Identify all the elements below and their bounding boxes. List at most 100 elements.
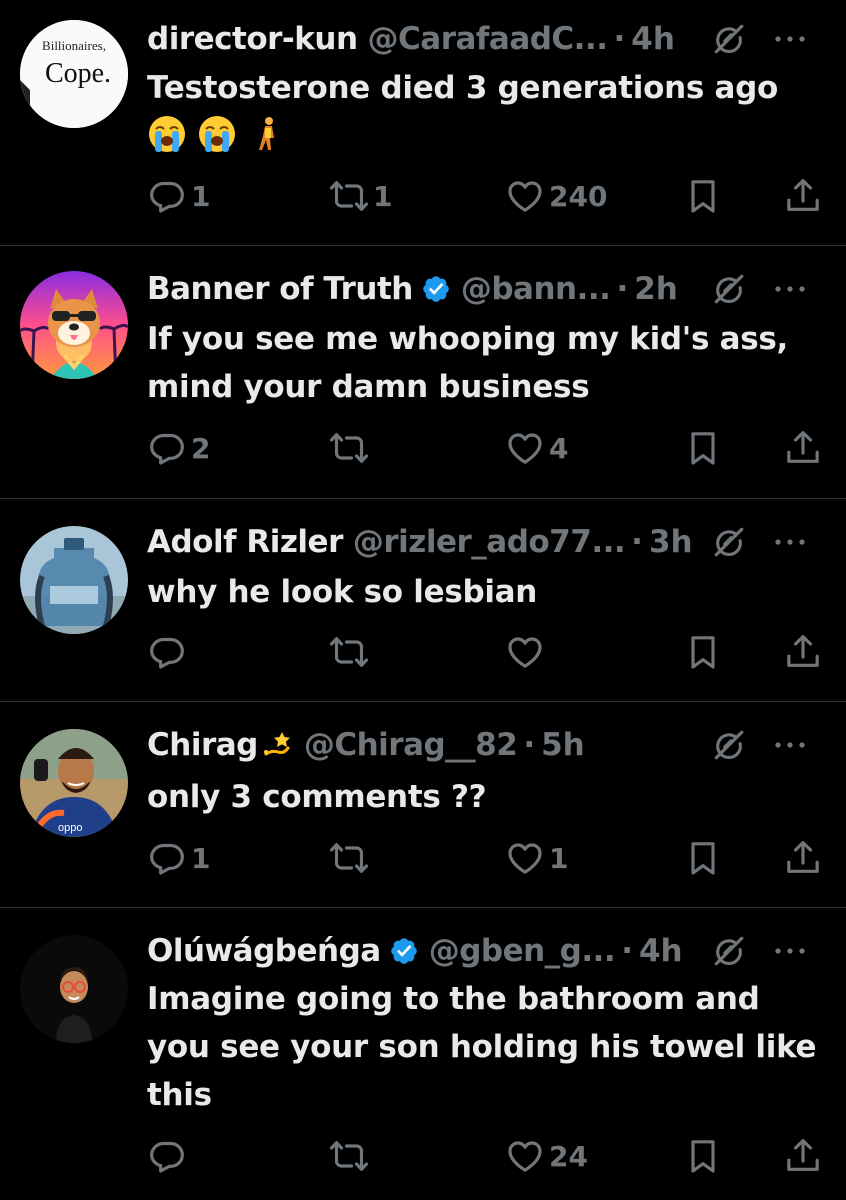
reply-icon [147, 428, 187, 468]
separator: · [631, 524, 643, 560]
reply-icon [147, 632, 187, 672]
avatar[interactable] [20, 935, 128, 1043]
tweet-4[interactable]: oppo Chirag @Chirag__82 · 5h only 3 comm… [0, 703, 846, 908]
like-button[interactable]: 24 [505, 1134, 588, 1178]
share-button[interactable] [783, 630, 823, 674]
display-name[interactable]: director-kun [147, 21, 358, 57]
loudly-crying-face-icon [149, 116, 185, 152]
tweet-header: Banner of Truth @bann... · 2h [147, 267, 826, 311]
bookmark-icon [683, 176, 723, 216]
more-icon[interactable] [772, 740, 808, 750]
grok-icon[interactable] [712, 728, 746, 762]
separator: · [523, 727, 536, 763]
avatar-text: oppo [58, 822, 82, 834]
avatar[interactable]: Billionaires, Cope. [20, 20, 128, 128]
display-name[interactable]: Chirag [147, 727, 258, 763]
user-handle[interactable]: @gben_g... [429, 933, 616, 969]
reply-button[interactable]: 1 [147, 174, 210, 218]
more-icon[interactable] [772, 537, 808, 547]
like-count: 24 [549, 1139, 588, 1173]
grok-icon[interactable] [712, 272, 746, 306]
verified-badge-icon [389, 936, 419, 966]
tweet-3[interactable]: Adolf Rizler @rizler_ado77... · 3h why h… [0, 500, 846, 702]
bookmark-button[interactable] [683, 836, 723, 880]
display-name[interactable]: Olúwágbeńga [147, 933, 381, 969]
like-count: 4 [549, 431, 569, 465]
share-button[interactable] [783, 174, 823, 218]
tweet-2[interactable]: Banner of Truth @bann... · 2h If you see… [0, 247, 846, 499]
reply-button[interactable]: 2 [147, 426, 210, 470]
more-icon[interactable] [772, 34, 808, 44]
repost-button[interactable] [329, 630, 373, 674]
timestamp[interactable]: 5h [541, 727, 585, 763]
bookmark-button[interactable] [683, 426, 723, 470]
bookmark-button[interactable] [683, 630, 723, 674]
share-button[interactable] [783, 836, 823, 880]
share-button[interactable] [783, 1134, 823, 1178]
timestamp[interactable]: 2h [634, 271, 678, 307]
bookmark-button[interactable] [683, 174, 723, 218]
display-name[interactable]: Banner of Truth [147, 271, 413, 307]
share-button[interactable] [783, 426, 823, 470]
user-handle[interactable]: @CarafaadC... [368, 21, 608, 57]
like-button[interactable]: 240 [505, 174, 607, 218]
person-walking-icon [259, 117, 274, 150]
repost-button[interactable] [329, 836, 373, 880]
share-icon [783, 838, 823, 878]
grok-icon[interactable] [712, 22, 746, 56]
avatar[interactable] [20, 526, 128, 634]
repost-icon [329, 838, 369, 878]
tweet-header: Adolf Rizler @rizler_ado77... · 3h [147, 520, 826, 564]
heart-icon [505, 838, 545, 878]
verified-badge-icon [421, 274, 451, 304]
repost-button[interactable] [329, 426, 373, 470]
heart-icon [505, 176, 545, 216]
tweet-actions: 1 1 [147, 836, 826, 880]
tweet-5[interactable]: Olúwágbeńga @gben_g... · 4h Imagine goin… [0, 909, 846, 1200]
tweet-actions: 24 [147, 1134, 826, 1178]
share-icon [783, 176, 823, 216]
reply-icon [147, 838, 187, 878]
like-count: 1 [549, 841, 569, 875]
share-icon [783, 1136, 823, 1176]
reply-icon [147, 1136, 187, 1176]
repost-icon [329, 428, 369, 468]
timestamp[interactable]: 4h [631, 21, 675, 57]
avatar-text-main: Cope. [45, 58, 111, 89]
tweet-1[interactable]: Billionaires, Cope. director-kun @Carafa… [0, 0, 846, 246]
more-icon[interactable] [772, 284, 808, 294]
repost-icon [329, 632, 369, 672]
timestamp[interactable]: 4h [639, 933, 683, 969]
avatar[interactable]: oppo [20, 729, 128, 837]
tweet-text: Testosterone died 3 generations ago [147, 70, 779, 106]
loudly-crying-face-icon [199, 116, 235, 152]
more-icon[interactable] [772, 946, 808, 956]
repost-count: 1 [373, 179, 393, 213]
like-button[interactable] [505, 630, 549, 674]
display-name[interactable]: Adolf Rizler [147, 524, 343, 560]
repost-button[interactable]: 1 [329, 174, 392, 218]
bookmark-icon [683, 838, 723, 878]
like-button[interactable]: 1 [505, 836, 568, 880]
reply-count: 1 [191, 841, 211, 875]
avatar[interactable] [20, 271, 128, 379]
user-handle[interactable]: @rizler_ado77... [353, 524, 626, 560]
repost-button[interactable] [329, 1134, 373, 1178]
reply-button[interactable] [147, 630, 191, 674]
reply-button[interactable] [147, 1134, 191, 1178]
repost-icon [329, 1136, 369, 1176]
tweet-actions: 1 1 240 [147, 174, 826, 218]
tweet-header: Chirag @Chirag__82 · 5h [147, 723, 826, 767]
like-button[interactable]: 4 [505, 426, 568, 470]
bookmark-button[interactable] [683, 1134, 723, 1178]
reply-count: 1 [191, 179, 211, 213]
user-handle[interactable]: @bann... [461, 271, 611, 307]
tweet-header: Olúwágbeńga @gben_g... · 4h [147, 929, 826, 973]
user-handle[interactable]: @Chirag__82 [304, 727, 518, 763]
separator: · [616, 271, 629, 307]
timestamp[interactable]: 3h [649, 524, 693, 560]
reply-button[interactable]: 1 [147, 836, 210, 880]
grok-icon[interactable] [712, 525, 746, 559]
emoji-row [147, 114, 826, 154]
grok-icon[interactable] [712, 934, 746, 968]
